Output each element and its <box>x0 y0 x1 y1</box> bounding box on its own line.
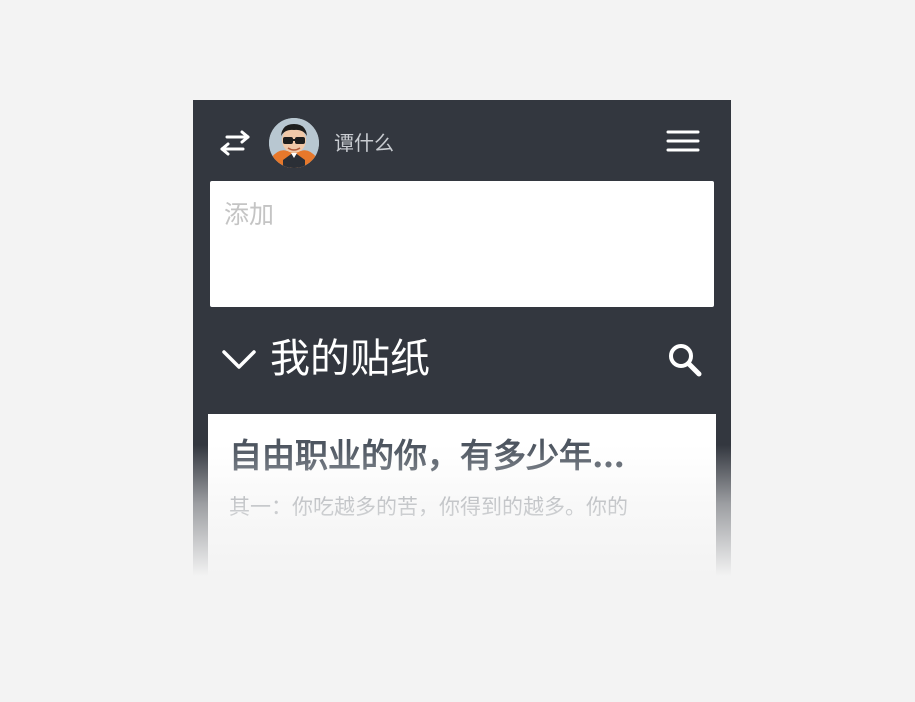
search-icon[interactable] <box>667 342 703 378</box>
note-excerpt: 其一：你吃越多的苦，你得到的越多。你的 <box>229 495 628 519</box>
add-note-box <box>210 181 714 307</box>
username[interactable]: 谭什么 <box>334 130 394 156</box>
section-title: 我的贴纸 <box>270 336 430 382</box>
add-note-input[interactable] <box>224 195 700 293</box>
hamburger-menu-icon[interactable] <box>666 129 700 153</box>
swap-arrows-icon[interactable] <box>217 130 253 156</box>
chevron-down-icon[interactable] <box>221 346 257 372</box>
top-bar: 谭什么 <box>193 100 731 180</box>
note-card[interactable]: 自由职业的你，有多少年… 其一：你吃越多的苦，你得到的越多。你的 <box>208 414 716 576</box>
note-title: 自由职业的你，有多少年… <box>229 436 625 475</box>
app-window: 谭什么 我的贴纸 自由职业的你，有多少年… 其一：你吃越多的苦，你得到的越多。你… <box>193 100 731 576</box>
avatar-illustration <box>269 118 319 168</box>
avatar[interactable] <box>269 118 319 168</box>
section-header: 我的贴纸 <box>193 324 731 394</box>
